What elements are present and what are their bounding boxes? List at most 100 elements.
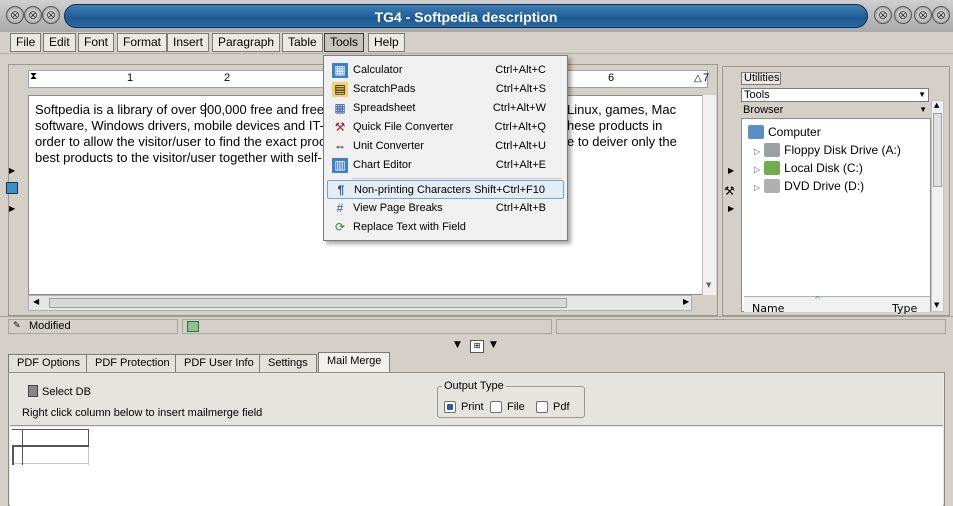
file-checkbox[interactable] (490, 401, 502, 413)
menu-item-spreadsheet[interactable]: ▦ Spreadsheet Ctrl+Alt+W (327, 99, 564, 118)
settings-icon-2[interactable]: ⊗ (42, 6, 60, 24)
tree-item-floppy[interactable]: ▷ Floppy Disk Drive (A:) (754, 143, 901, 157)
ruler-mark: 7 (703, 72, 710, 84)
database-icon[interactable] (28, 385, 38, 397)
menu-insert[interactable]: Insert (167, 33, 210, 52)
menu-table[interactable]: Table (282, 33, 323, 52)
select-db-button[interactable]: Select DB (42, 386, 91, 398)
menu-tools[interactable]: Tools (324, 33, 365, 52)
scroll-down-icon[interactable]: ▼ (934, 301, 939, 309)
left-arrow-icon[interactable]: ▶ (9, 166, 15, 175)
menu-paragraph[interactable]: Paragraph (212, 33, 281, 52)
menu-font[interactable]: Font (78, 33, 115, 52)
mailmerge-hint: Right click column below to insert mailm… (22, 407, 263, 419)
menu-item-replace-text-with-field[interactable]: ⟳ Replace Text with Field (327, 218, 564, 237)
status-segment (556, 319, 946, 334)
tab-pdf-user-info[interactable]: PDF User Info (175, 354, 263, 373)
column-name[interactable]: Name (752, 302, 784, 315)
tree-item-dvd[interactable]: ▷ DVD Drive (D:) (754, 179, 864, 193)
scroll-down-icon[interactable]: ▼ (706, 281, 711, 289)
scroll-right-icon[interactable]: ▶ (683, 297, 689, 306)
indent-marker-icon[interactable]: ⧗ (30, 71, 37, 82)
minimize-icon[interactable]: ⊗ (874, 6, 892, 24)
edit-icon: ✎ (13, 321, 21, 331)
status-segment: ✎ Modified (8, 319, 178, 334)
chevron-down-icon[interactable]: ▼ (918, 89, 926, 101)
menu-file[interactable]: File (10, 33, 42, 52)
editor-line: order to allow the visitor/user to find … (35, 134, 326, 149)
grid-line (88, 447, 89, 465)
expand-icon[interactable]: ▷ (754, 183, 760, 192)
scratchpad-icon: ▤ (332, 82, 348, 97)
menu-format[interactable]: Format (117, 33, 168, 52)
close-icon[interactable]: ⊗ (932, 6, 950, 24)
menu-item-unit-converter[interactable]: ⇔ Unit Converter Ctrl+Alt+U (327, 137, 564, 156)
drive-icon (764, 161, 781, 175)
print-checkbox[interactable] (444, 401, 456, 413)
scrollbar-thumb[interactable] (933, 113, 942, 187)
title-bar[interactable]: ⊗ ⊗ ⊗ TG4 - Softpedia description ⊗ ⊗ ⊗ … (0, 0, 953, 32)
page-break-icon: # (336, 201, 344, 215)
tab-mail-merge[interactable]: Mail Merge (318, 352, 391, 373)
tools-icon[interactable]: ⚒ (724, 184, 735, 198)
chevron-down-icon[interactable]: ▼ (454, 340, 461, 350)
settings-icon[interactable]: ⊗ (24, 6, 42, 24)
output-type-group: Output Type Print File Pdf (437, 380, 585, 418)
maximize-icon[interactable]: ⊗ (894, 6, 912, 24)
tree-vertical-scrollbar[interactable]: ▲ ▼ (931, 100, 944, 312)
chevron-down-icon[interactable]: ▼ (919, 104, 927, 116)
ruler-mark: 2 (224, 72, 231, 84)
scroll-up-icon[interactable]: ▲ (934, 101, 939, 109)
sort-icon: ^ (814, 295, 821, 304)
utilities-tab[interactable]: Utilities (741, 72, 781, 85)
panel-arrow-icon[interactable]: ▶ (728, 166, 734, 175)
tree-column-header[interactable]: Name ^ Type (744, 295, 930, 315)
scroll-left-icon[interactable]: ◀ (33, 297, 39, 306)
left-arrow-icon-2[interactable]: ▶ (9, 204, 15, 213)
floppy-icon (764, 143, 781, 157)
restore-icon[interactable]: ⊗ (914, 6, 932, 24)
menu-item-calculator[interactable]: ▦ Calculator Ctrl+Alt+C (327, 61, 564, 80)
system-menu-icon[interactable]: ⊗ (6, 6, 24, 24)
ruler-mark: 6 (608, 72, 615, 84)
browser-combo-value: Browser (743, 104, 784, 116)
panel-arrow-icon-2[interactable]: ▶ (728, 204, 734, 213)
editor-line: Softpedia is a library of over 900,000 f… (35, 102, 329, 117)
menu-edit[interactable]: Edit (43, 33, 76, 52)
menu-item-scratchpads[interactable]: ▤ ScratchPads Ctrl+Alt+S (327, 80, 564, 99)
file-label: File (507, 401, 525, 413)
file-tree[interactable]: Computer ▷ Floppy Disk Drive (A:) ▷ Local … (741, 118, 931, 312)
spreadsheet-icon: ▦ (334, 101, 346, 115)
menu-item-chart-editor[interactable]: ▥ Chart Editor Ctrl+Alt+E (327, 156, 564, 175)
menu-bar: File Edit Font Format Insert Paragraph T… (0, 32, 953, 54)
tree-item-computer[interactable]: Computer (748, 125, 821, 139)
page-icon[interactable] (187, 321, 199, 332)
scrollbar-thumb[interactable] (49, 298, 567, 308)
tree-item-local-disk[interactable]: ▷ Local Disk (C:) (754, 161, 863, 175)
print-label: Print (461, 401, 484, 413)
tab-pdf-options[interactable]: PDF Options (8, 354, 89, 373)
menu-item-view-page-breaks[interactable]: # View Page Breaks Ctrl+Alt+B (327, 199, 564, 218)
grid-line (12, 463, 88, 464)
pdf-checkbox[interactable] (536, 401, 548, 413)
right-indent-marker-icon[interactable]: △ (694, 73, 702, 84)
calculator-icon: ▦ (332, 63, 348, 78)
column-type[interactable]: Type (892, 302, 917, 315)
dvd-icon (764, 179, 781, 193)
tab-pdf-protection[interactable]: PDF Protection (86, 354, 179, 373)
menu-item-quick-file-converter[interactable]: ⚒ Quick File Converter Ctrl+Alt+Q (327, 118, 564, 137)
expand-icon[interactable]: ▷ (754, 147, 760, 156)
chevron-down-icon[interactable]: ▼ (490, 340, 497, 350)
editor-horizontal-scrollbar[interactable]: ◀ ▶ (28, 295, 692, 311)
editor-vertical-scrollbar[interactable]: ▼ (702, 95, 716, 295)
output-type-label: Output Type (442, 380, 506, 392)
menu-separator (352, 178, 562, 179)
image-icon[interactable] (6, 182, 18, 194)
expand-icon[interactable]: ▷ (754, 165, 760, 174)
tab-settings[interactable]: Settings (259, 354, 317, 373)
tools-combo[interactable]: Tools ▼ (741, 88, 929, 102)
browser-combo[interactable]: Browser ▼ (741, 104, 929, 118)
menu-help[interactable]: Help (368, 33, 405, 52)
mailmerge-grid[interactable] (10, 427, 943, 506)
menu-item-non-printing-characters[interactable]: ¶ Non-printing Characters Shift+Ctrl+F10 (327, 180, 564, 199)
